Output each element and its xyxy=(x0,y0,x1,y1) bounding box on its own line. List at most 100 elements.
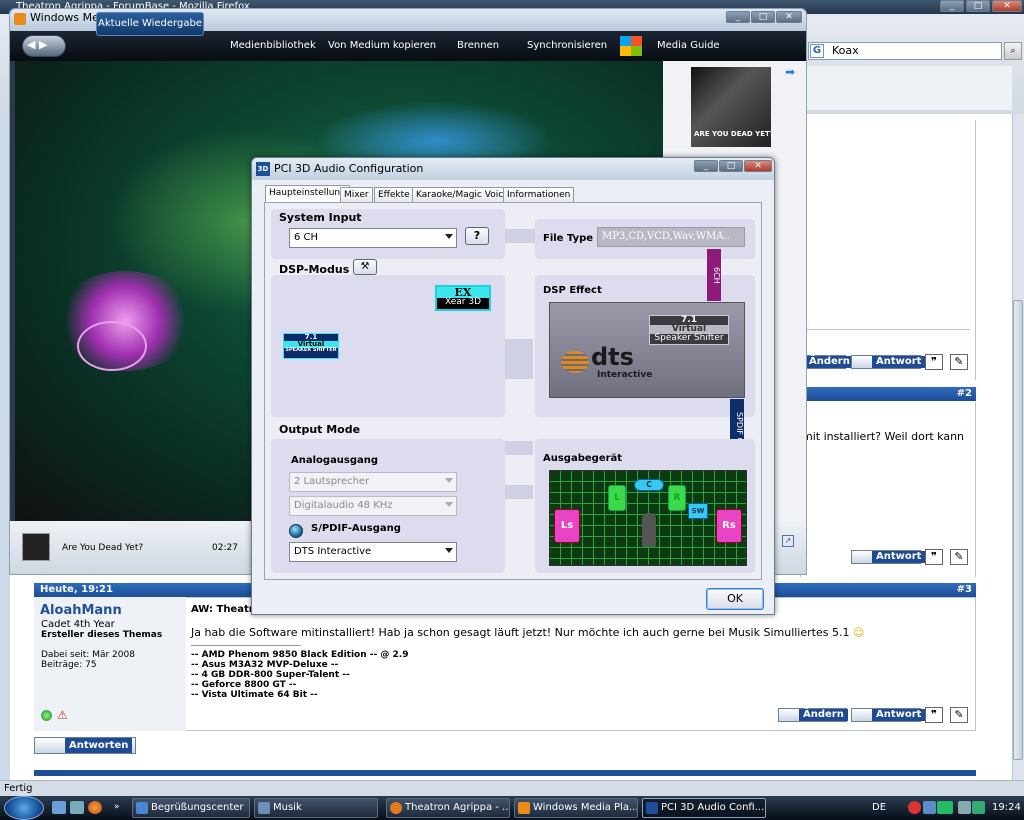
quicklaunch-more-icon[interactable]: » xyxy=(114,802,120,812)
post1-antwort-button[interactable]: Antwort xyxy=(851,355,926,369)
tab-rip[interactable]: Von Medium kopieren xyxy=(328,40,436,51)
dlg-close-button[interactable]: ✕ xyxy=(744,160,772,172)
quick-reply-icon[interactable]: ✎ xyxy=(950,549,968,565)
post2-antwort-button[interactable]: Antwort xyxy=(851,550,926,564)
network-icon[interactable] xyxy=(923,801,936,814)
taskbar-item-music[interactable]: Musik xyxy=(254,798,378,818)
post3-joined: Dabei seit: Mär 2008 xyxy=(41,650,135,660)
dlg-minimize-button[interactable]: _ xyxy=(694,160,718,172)
scrollbar-thumb[interactable] xyxy=(1013,300,1023,760)
google-icon[interactable]: G xyxy=(810,44,824,58)
connection-icon[interactable] xyxy=(972,801,985,814)
ok-button[interactable]: OK xyxy=(706,588,764,610)
speaker-right-surround[interactable]: Rs xyxy=(716,509,742,543)
report-icon[interactable]: ⚠ xyxy=(57,708,68,722)
multiquote-icon[interactable]: ❞ xyxy=(925,707,943,723)
taskbar-item-firefox[interactable]: Theatron Agrippa - ... xyxy=(386,798,510,818)
wmp-minimize-button[interactable]: _ xyxy=(726,11,750,23)
track-title: Are You Dead Yet? xyxy=(62,543,144,553)
tab-library[interactable]: Medienbibliothek xyxy=(230,40,316,51)
online-status-icon xyxy=(41,710,52,721)
wmp-close-button[interactable]: ✕ xyxy=(776,11,802,23)
taskbar-item-pci-audio[interactable]: PCI 3D Audio Confi... xyxy=(642,798,766,818)
tab-sync[interactable]: Synchronisieren xyxy=(527,40,607,51)
fullscreen-icon[interactable]: ↗ xyxy=(782,535,794,547)
output-device-label: Ausgabegerät xyxy=(543,453,623,464)
dlg-maximize-button[interactable]: □ xyxy=(719,160,743,172)
speaker-left[interactable]: L xyxy=(608,485,626,511)
analog-output-label: Analogausgang xyxy=(291,455,379,466)
spdif-toggle[interactable] xyxy=(289,524,303,538)
dsp-tool-button[interactable]: ⚒ xyxy=(353,259,377,275)
audio-3d-tray-icon[interactable] xyxy=(937,801,953,814)
dts-logo-icon xyxy=(561,351,589,373)
show-desktop-icon[interactable] xyxy=(52,801,66,814)
sig-line: -- Asus M3A32 MVP-Deluxe -- xyxy=(191,660,339,670)
post3-text: Ja hab die Software mitinstalliert! Hab … xyxy=(191,626,865,639)
volume-icon[interactable] xyxy=(958,801,971,814)
firefox-quicklaunch-icon[interactable] xyxy=(88,801,102,814)
speaker-right[interactable]: R xyxy=(668,485,686,511)
search-go-icon[interactable]: ⌕ xyxy=(1004,42,1022,60)
antworten-button[interactable]: Antworten xyxy=(34,737,136,754)
language-indicator[interactable]: DE xyxy=(872,802,886,813)
windows-logo-icon xyxy=(620,36,642,56)
file-type-label: File Type xyxy=(543,233,594,244)
multiquote-icon[interactable]: ❞ xyxy=(925,354,943,370)
tab-media-guide[interactable]: Media Guide xyxy=(657,40,720,51)
sig-line: -- Vista Ultimate 64 Bit -- xyxy=(191,690,318,700)
dts-sub: Interactive xyxy=(597,370,653,380)
post3-andern-button[interactable]: Ändern xyxy=(778,708,848,722)
spdif-select[interactable]: DTS Interactive xyxy=(289,542,457,562)
tab-now-playing[interactable]: Aktuelle Wiedergabe xyxy=(96,12,204,36)
digital-audio-select[interactable]: Digitalaudio 48 KHz xyxy=(289,496,457,516)
start-button[interactable] xyxy=(4,796,44,820)
sig-line: -- AMD Phenom 9850 Black Edition -- @ 2.… xyxy=(191,650,409,660)
post3-antwort-button[interactable]: Antwort xyxy=(851,708,926,722)
back-icon[interactable]: ◀ ▶ xyxy=(27,38,47,51)
sig-divider xyxy=(191,645,301,646)
tab-haupteinstellung[interactable]: Haupteinstellung xyxy=(265,185,350,203)
dialog-body: System Input 6 CH ? File Type MP3,CD,VCD… xyxy=(264,202,762,580)
tab-mixer[interactable]: Mixer xyxy=(340,187,373,203)
post3-username[interactable]: AloahMann xyxy=(40,603,122,618)
tab-burn[interactable]: Brennen xyxy=(457,40,499,51)
search-input-value[interactable]: Koax xyxy=(832,44,859,57)
file-type-display: MP3,CD,VCD,Wav,WMA.. xyxy=(597,227,745,247)
ff-maximize-button[interactable]: □ xyxy=(966,0,990,12)
wmp-maximize-button[interactable]: □ xyxy=(751,11,775,23)
system-input-select[interactable]: 6 CH xyxy=(289,228,457,248)
quick-reply-icon[interactable]: ✎ xyxy=(950,354,968,370)
status-bar: Fertig xyxy=(0,780,1024,796)
switch-windows-icon[interactable] xyxy=(70,801,84,814)
post3-posts: Beiträge: 75 xyxy=(41,660,97,670)
multiquote-icon[interactable]: ❞ xyxy=(925,549,943,565)
spdif-output-label: S/PDIF-Ausgang xyxy=(311,523,401,534)
listener-figure xyxy=(642,513,656,547)
ff-minimize-button[interactable]: _ xyxy=(940,0,964,12)
speaker-subwoofer[interactable]: SW xyxy=(688,503,708,519)
output-mode-label: Output Mode xyxy=(279,423,361,436)
taskbar-item-welcome[interactable]: Begrüßungscenter xyxy=(132,798,250,818)
tab-effekte[interactable]: Effekte xyxy=(374,187,414,203)
sig-line: -- Geforce 8800 GT -- xyxy=(191,680,297,690)
tab-karaoke[interactable]: Karaoke/Magic Voice xyxy=(412,187,513,203)
security-alert-icon[interactable] xyxy=(908,801,921,814)
xear3d-logo[interactable]: EX Xear 3D xyxy=(435,285,491,311)
clock[interactable]: 19:24 xyxy=(992,802,1021,813)
post2-header: #2 xyxy=(800,387,976,401)
post3-number: #3 xyxy=(956,584,972,595)
speaker-center[interactable]: C xyxy=(634,479,664,491)
quick-reply-icon[interactable]: ✎ xyxy=(950,707,968,723)
tab-informationen[interactable]: Informationen xyxy=(503,187,575,203)
arrow-right-icon[interactable]: ➡ xyxy=(785,65,795,79)
system-input-label: System Input xyxy=(279,211,362,224)
speakers-select[interactable]: 2 Lautsprecher xyxy=(289,472,457,492)
speaker-left-surround[interactable]: Ls xyxy=(554,509,580,543)
ff-close-button[interactable]: ✕ xyxy=(992,0,1022,12)
help-button[interactable]: ? xyxy=(465,227,489,245)
virtual-speaker-shifter-logo[interactable]: 7.1 Virtual SPEAKER SHIFTER xyxy=(283,333,339,359)
taskbar-item-wmp[interactable]: Windows Media Pla... xyxy=(514,798,638,818)
album-caption: ARE YOU DEAD YET? xyxy=(694,130,774,138)
wmp-app-icon xyxy=(14,13,26,25)
